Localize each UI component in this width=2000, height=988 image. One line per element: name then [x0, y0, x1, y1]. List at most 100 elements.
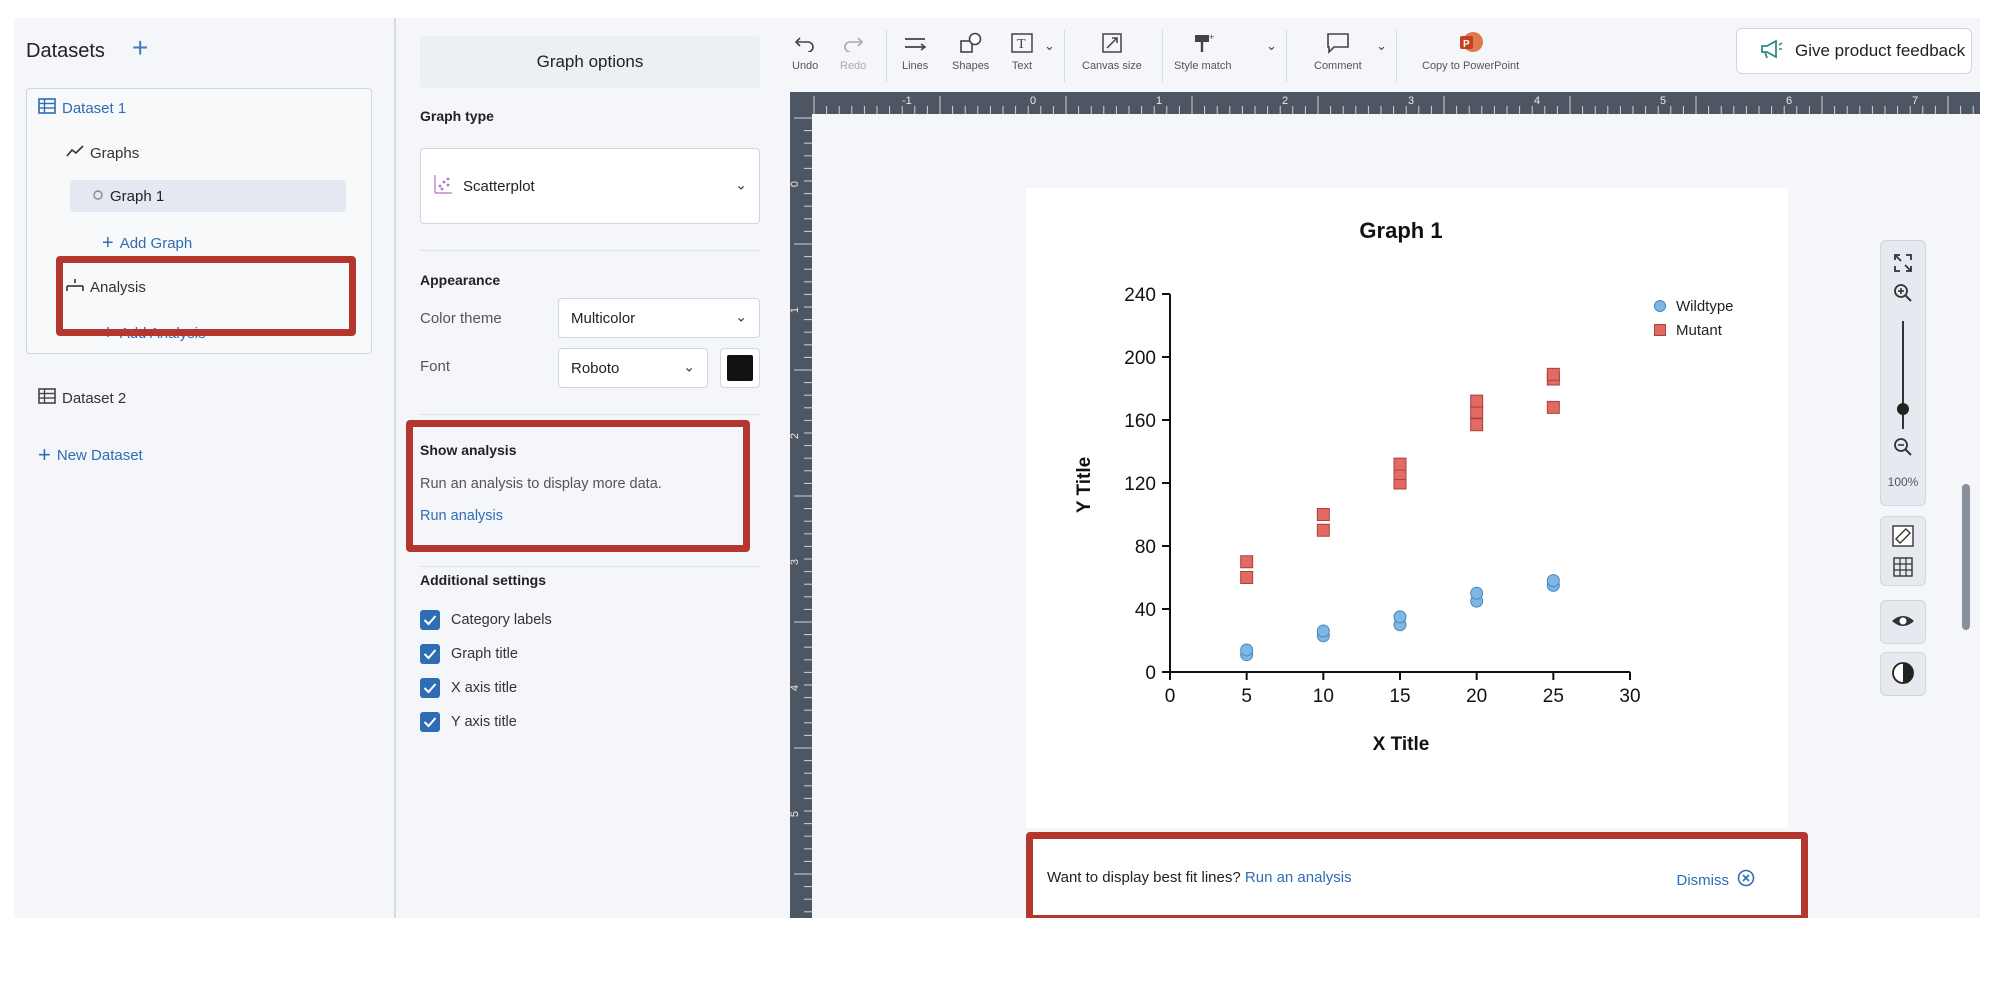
datasets-sidebar: Datasets + Dataset 1 Graphs Graph 1 + Ad…: [14, 18, 396, 918]
shapes-icon: [959, 30, 983, 56]
best-fit-banner: Want to display best fit lines? Run an a…: [1026, 832, 1808, 918]
x-tick-label: 30: [1619, 686, 1640, 707]
style-match-button[interactable]: + Style match: [1174, 30, 1231, 72]
sidebar-item-graphs[interactable]: Graphs: [66, 144, 139, 162]
ruler-top-label: 5: [1660, 95, 1667, 107]
chart-title[interactable]: Graph 1: [1359, 218, 1442, 243]
eye-icon[interactable]: [1891, 611, 1915, 636]
mutant-point: [1470, 394, 1484, 408]
legend-label: Mutant: [1676, 322, 1723, 339]
toolbar-separator: [1286, 30, 1287, 82]
comment-icon: [1326, 30, 1350, 56]
checkbox-label: Category labels: [451, 612, 552, 628]
megaphone-icon: [1759, 38, 1783, 64]
graph-canvas[interactable]: -1 0 1 2 3 4 5 6 7 0 1 2 3 4 5 Graph 1 X…: [790, 92, 1980, 918]
redo-label: Redo: [840, 60, 867, 72]
checkbox-graph-title[interactable]: Graph title: [420, 644, 518, 664]
add-dataset-plus-icon[interactable]: +: [132, 34, 148, 62]
checkbox-checked-icon: [420, 644, 440, 664]
zoom-out-icon[interactable]: [1893, 437, 1913, 462]
ruler-top-label: -1: [902, 95, 912, 107]
mutant-point: [1470, 405, 1484, 419]
sidebar-item-graph1[interactable]: Graph 1: [92, 188, 164, 205]
redo-button[interactable]: Redo: [840, 30, 866, 72]
ruler-left-label: 4: [790, 684, 802, 692]
ruler-left-label: 2: [790, 432, 802, 440]
new-dataset-link[interactable]: + New Dataset: [38, 442, 143, 468]
font-value: Roboto: [571, 359, 620, 377]
style-match-chevron-down-icon[interactable]: ⌄: [1266, 38, 1277, 54]
mutant-point: [1546, 400, 1560, 414]
add-graph-link[interactable]: + Add Graph: [102, 232, 192, 255]
give-feedback-button[interactable]: Give product feedback: [1736, 28, 1972, 74]
fit-to-screen-icon[interactable]: [1893, 253, 1913, 278]
color-theme-select[interactable]: Multicolor ⌄: [558, 298, 760, 338]
zoom-in-icon[interactable]: [1893, 283, 1913, 308]
undo-icon: [794, 30, 816, 56]
toolbar-separator: [1162, 30, 1163, 82]
run-an-analysis-link[interactable]: Run an analysis: [1245, 869, 1352, 886]
chevron-down-icon: ⌄: [683, 358, 695, 375]
y-tick-label: 0: [1145, 663, 1156, 684]
sidebar-item-label: Dataset 1: [62, 99, 127, 117]
add-graph-label: Add Graph: [119, 235, 193, 252]
wildtype-point: [1470, 586, 1484, 600]
ruler-icon[interactable]: [1892, 525, 1914, 552]
x-axis-title[interactable]: X Title: [1373, 734, 1430, 755]
font-select[interactable]: Roboto ⌄: [558, 348, 708, 388]
sidebar-item-dataset1[interactable]: Dataset 1: [38, 98, 126, 118]
undo-label: Undo: [792, 60, 819, 72]
zoom-slider-handle[interactable]: [1897, 403, 1909, 415]
graph-type-heading: Graph type: [420, 108, 494, 124]
circle-icon: [92, 188, 104, 205]
powerpoint-icon: P: [1457, 30, 1485, 56]
checkbox-label: Y axis title: [451, 714, 517, 730]
undo-button[interactable]: Undo: [792, 30, 818, 72]
vertical-scrollbar[interactable]: [1962, 484, 1970, 630]
grid-icon[interactable]: [1893, 557, 1913, 582]
checkbox-label: X axis title: [451, 680, 518, 696]
wildtype-point: [1316, 624, 1330, 638]
svg-text:T: T: [1017, 37, 1026, 52]
font-color-picker[interactable]: [720, 348, 760, 388]
canvas-size-button[interactable]: Canvas size: [1082, 30, 1142, 72]
ruler-top: [790, 92, 1980, 114]
graph-page[interactable]: Graph 1 X Title Y Title 0 5 10 15 20 25 30 0 40 8…: [1026, 188, 1788, 828]
new-dataset-label: New Dataset: [56, 446, 143, 464]
lines-button[interactable]: Lines: [902, 30, 928, 72]
text-chevron-down-icon[interactable]: ⌄: [1044, 38, 1055, 54]
toolbar-separator: [886, 30, 887, 82]
sidebar-item-dataset2[interactable]: Dataset 2: [38, 388, 126, 408]
checkbox-y-axis-title[interactable]: Y axis title: [420, 712, 517, 732]
chevron-down-icon: ⌄: [735, 176, 747, 193]
mutant-point: [1316, 508, 1330, 521]
checkbox-checked-icon: [420, 610, 440, 630]
copy-to-powerpoint-button[interactable]: P Copy to PowerPoint: [1422, 30, 1519, 72]
shapes-button[interactable]: Shapes: [952, 30, 989, 72]
x-tick-label: 20: [1466, 686, 1487, 707]
wildtype-point: [1546, 574, 1560, 588]
ruler-left-label: 3: [790, 558, 802, 566]
copy-to-powerpoint-label: Copy to PowerPoint: [1422, 60, 1520, 72]
y-tick-label: 160: [1124, 411, 1156, 432]
appearance-heading: Appearance: [420, 272, 501, 288]
ruler-top-label: 0: [1030, 95, 1037, 107]
sidebar-item-label: Graphs: [90, 144, 140, 162]
graph-options-header: Graph options: [420, 36, 760, 88]
mutant-point: [1240, 555, 1254, 569]
comment-button[interactable]: Comment: [1314, 30, 1362, 72]
graph-type-select[interactable]: Scatterplot ⌄: [420, 148, 760, 224]
line-chart-icon: [66, 144, 84, 162]
contrast-icon[interactable]: [1891, 661, 1915, 690]
checkbox-x-axis-title[interactable]: X axis title: [420, 678, 517, 698]
checkbox-category-labels[interactable]: Category labels: [420, 610, 552, 630]
dismiss-button[interactable]: Dismiss: [1677, 869, 1756, 891]
table-icon: [38, 388, 56, 408]
text-button[interactable]: T Text: [1010, 30, 1034, 72]
scatter-chart[interactable]: Graph 1 X Title Y Title 0 5 10 15 20 25 30 0 40 8…: [1026, 188, 1788, 828]
ruler-left-label: 0: [790, 180, 802, 188]
y-axis-title[interactable]: Y Title: [1074, 457, 1095, 513]
banner-text: Want to display best fit lines?: [1047, 869, 1241, 886]
comment-chevron-down-icon[interactable]: ⌄: [1376, 38, 1387, 54]
text-label: Text: [1011, 60, 1033, 72]
